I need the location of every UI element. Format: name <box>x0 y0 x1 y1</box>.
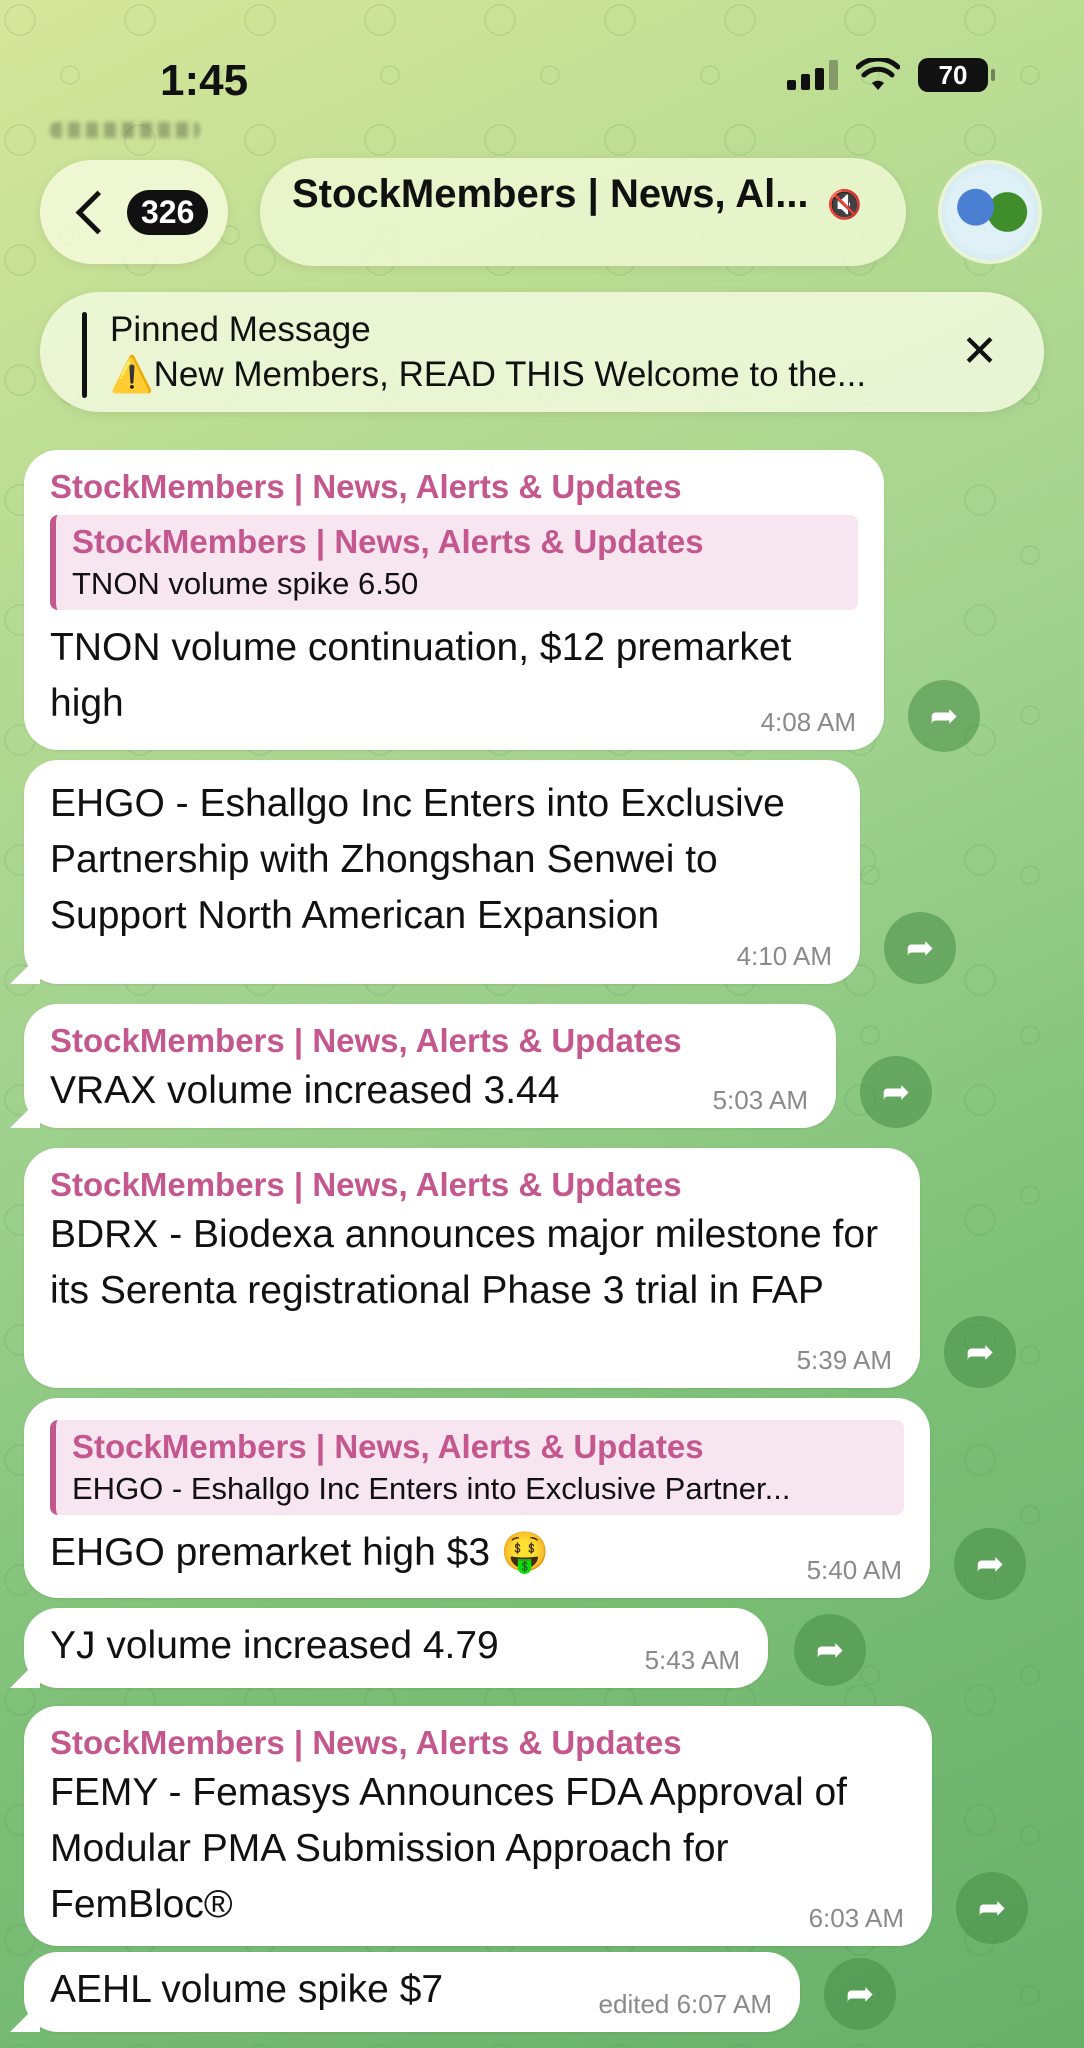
message-bubble[interactable]: AEHL volume spike $7 edited 6:07 AM <box>24 1952 800 2032</box>
chat-avatar[interactable] <box>938 160 1042 264</box>
share-icon[interactable]: ➦ <box>944 1316 1016 1388</box>
message-text: EHGO premarket high $3 🤑 <box>50 1531 550 1575</box>
share-icon[interactable]: ➦ <box>794 1614 866 1686</box>
message-bubble[interactable]: StockMembers | News, Alerts & Updates FE… <box>24 1706 932 1946</box>
message-text: TNON volume continuation, $12 premarket … <box>50 626 792 726</box>
status-time: 1:45 <box>160 56 249 105</box>
message-time: 4:08 AM <box>760 707 856 737</box>
quote-text: TNON volume spike 6.50 <box>72 565 419 601</box>
back-button[interactable]: 326 <box>40 160 228 264</box>
message-time: 5:39 AM <box>796 1345 892 1375</box>
message-text: YJ volume increased 4.79 <box>50 1624 499 1667</box>
message-time: 6:03 AM <box>808 1903 904 1933</box>
message-sender[interactable]: StockMembers | News, Alerts & Updates <box>50 1164 894 1207</box>
reply-quote[interactable]: StockMembers | News, Alerts & Updates EH… <box>50 1420 904 1516</box>
message-bubble[interactable]: StockMembers | News, Alerts & Updates St… <box>24 450 884 750</box>
pinned-title: Pinned Message <box>110 310 371 349</box>
chat-title: StockMembers | News, Al... <box>292 172 809 216</box>
message-sender[interactable]: StockMembers | News, Alerts & Updates <box>50 1722 906 1765</box>
pinned-message-banner[interactable]: Pinned Message ⚠️New Members, READ THIS … <box>40 292 1044 412</box>
share-icon[interactable]: ➦ <box>884 912 956 984</box>
message-bubble[interactable]: StockMembers | News, Alerts & Updates EH… <box>24 1398 930 1598</box>
chevron-left-icon <box>75 190 120 234</box>
battery-icon: 70 <box>918 58 995 92</box>
message-sender[interactable]: StockMembers | News, Alerts & Updates <box>50 466 858 509</box>
quote-sender: StockMembers | News, Alerts & Updates <box>72 522 704 560</box>
message-text: FEMY - Femasys Announces FDA Approval of… <box>50 1770 847 1926</box>
quote-sender: StockMembers | News, Alerts & Updates <box>72 1428 704 1465</box>
message-bubble[interactable]: YJ volume increased 4.79 5:43 AM <box>24 1608 768 1688</box>
reply-quote[interactable]: StockMembers | News, Alerts & Updates TN… <box>50 514 858 611</box>
message-bubble[interactable]: StockMembers | News, Alerts & Updates VR… <box>24 1004 836 1128</box>
message-time: 5:43 AM <box>644 1645 740 1675</box>
unread-count-badge: 326 <box>127 189 209 235</box>
message-text: EHGO - Eshallgo Inc Enters into Exclusiv… <box>50 782 785 937</box>
muted-bell-icon: 🔇 <box>827 189 862 220</box>
message-bubble[interactable]: EHGO - Eshallgo Inc Enters into Exclusiv… <box>24 760 860 984</box>
share-icon[interactable]: ➦ <box>860 1056 932 1128</box>
wifi-icon <box>856 58 900 90</box>
chat-title-button[interactable]: StockMembers | News, Al... 🔇 <box>260 158 906 266</box>
blurred-subtitle <box>50 122 200 138</box>
close-icon[interactable]: ✕ <box>961 330 998 374</box>
message-bubble[interactable]: StockMembers | News, Alerts & Updates BD… <box>24 1148 920 1388</box>
message-text: BDRX - Biodexa announces major milestone… <box>50 1212 879 1312</box>
message-time: 5:40 AM <box>806 1555 902 1585</box>
share-icon[interactable]: ➦ <box>956 1872 1028 1944</box>
message-sender[interactable]: StockMembers | News, Alerts & Updates <box>50 1020 810 1063</box>
quote-text: EHGO - Eshallgo Inc Enters into Exclusiv… <box>72 1470 791 1506</box>
message-text: VRAX volume increased 3.44 <box>50 1068 560 1112</box>
message-time: 4:10 AM <box>736 941 832 971</box>
status-indicators: 70 <box>787 58 995 92</box>
share-icon[interactable]: ➦ <box>824 1958 896 2030</box>
pinned-text: ⚠️New Members, READ THIS Welcome to the.… <box>110 355 867 394</box>
message-time: 5:03 AM <box>712 1085 808 1115</box>
message-time: edited 6:07 AM <box>598 1989 772 2019</box>
share-icon[interactable]: ➦ <box>954 1528 1026 1600</box>
share-icon[interactable]: ➦ <box>908 680 980 752</box>
pinned-indicator-bar <box>82 312 87 398</box>
cellular-signal-icon <box>787 60 838 90</box>
